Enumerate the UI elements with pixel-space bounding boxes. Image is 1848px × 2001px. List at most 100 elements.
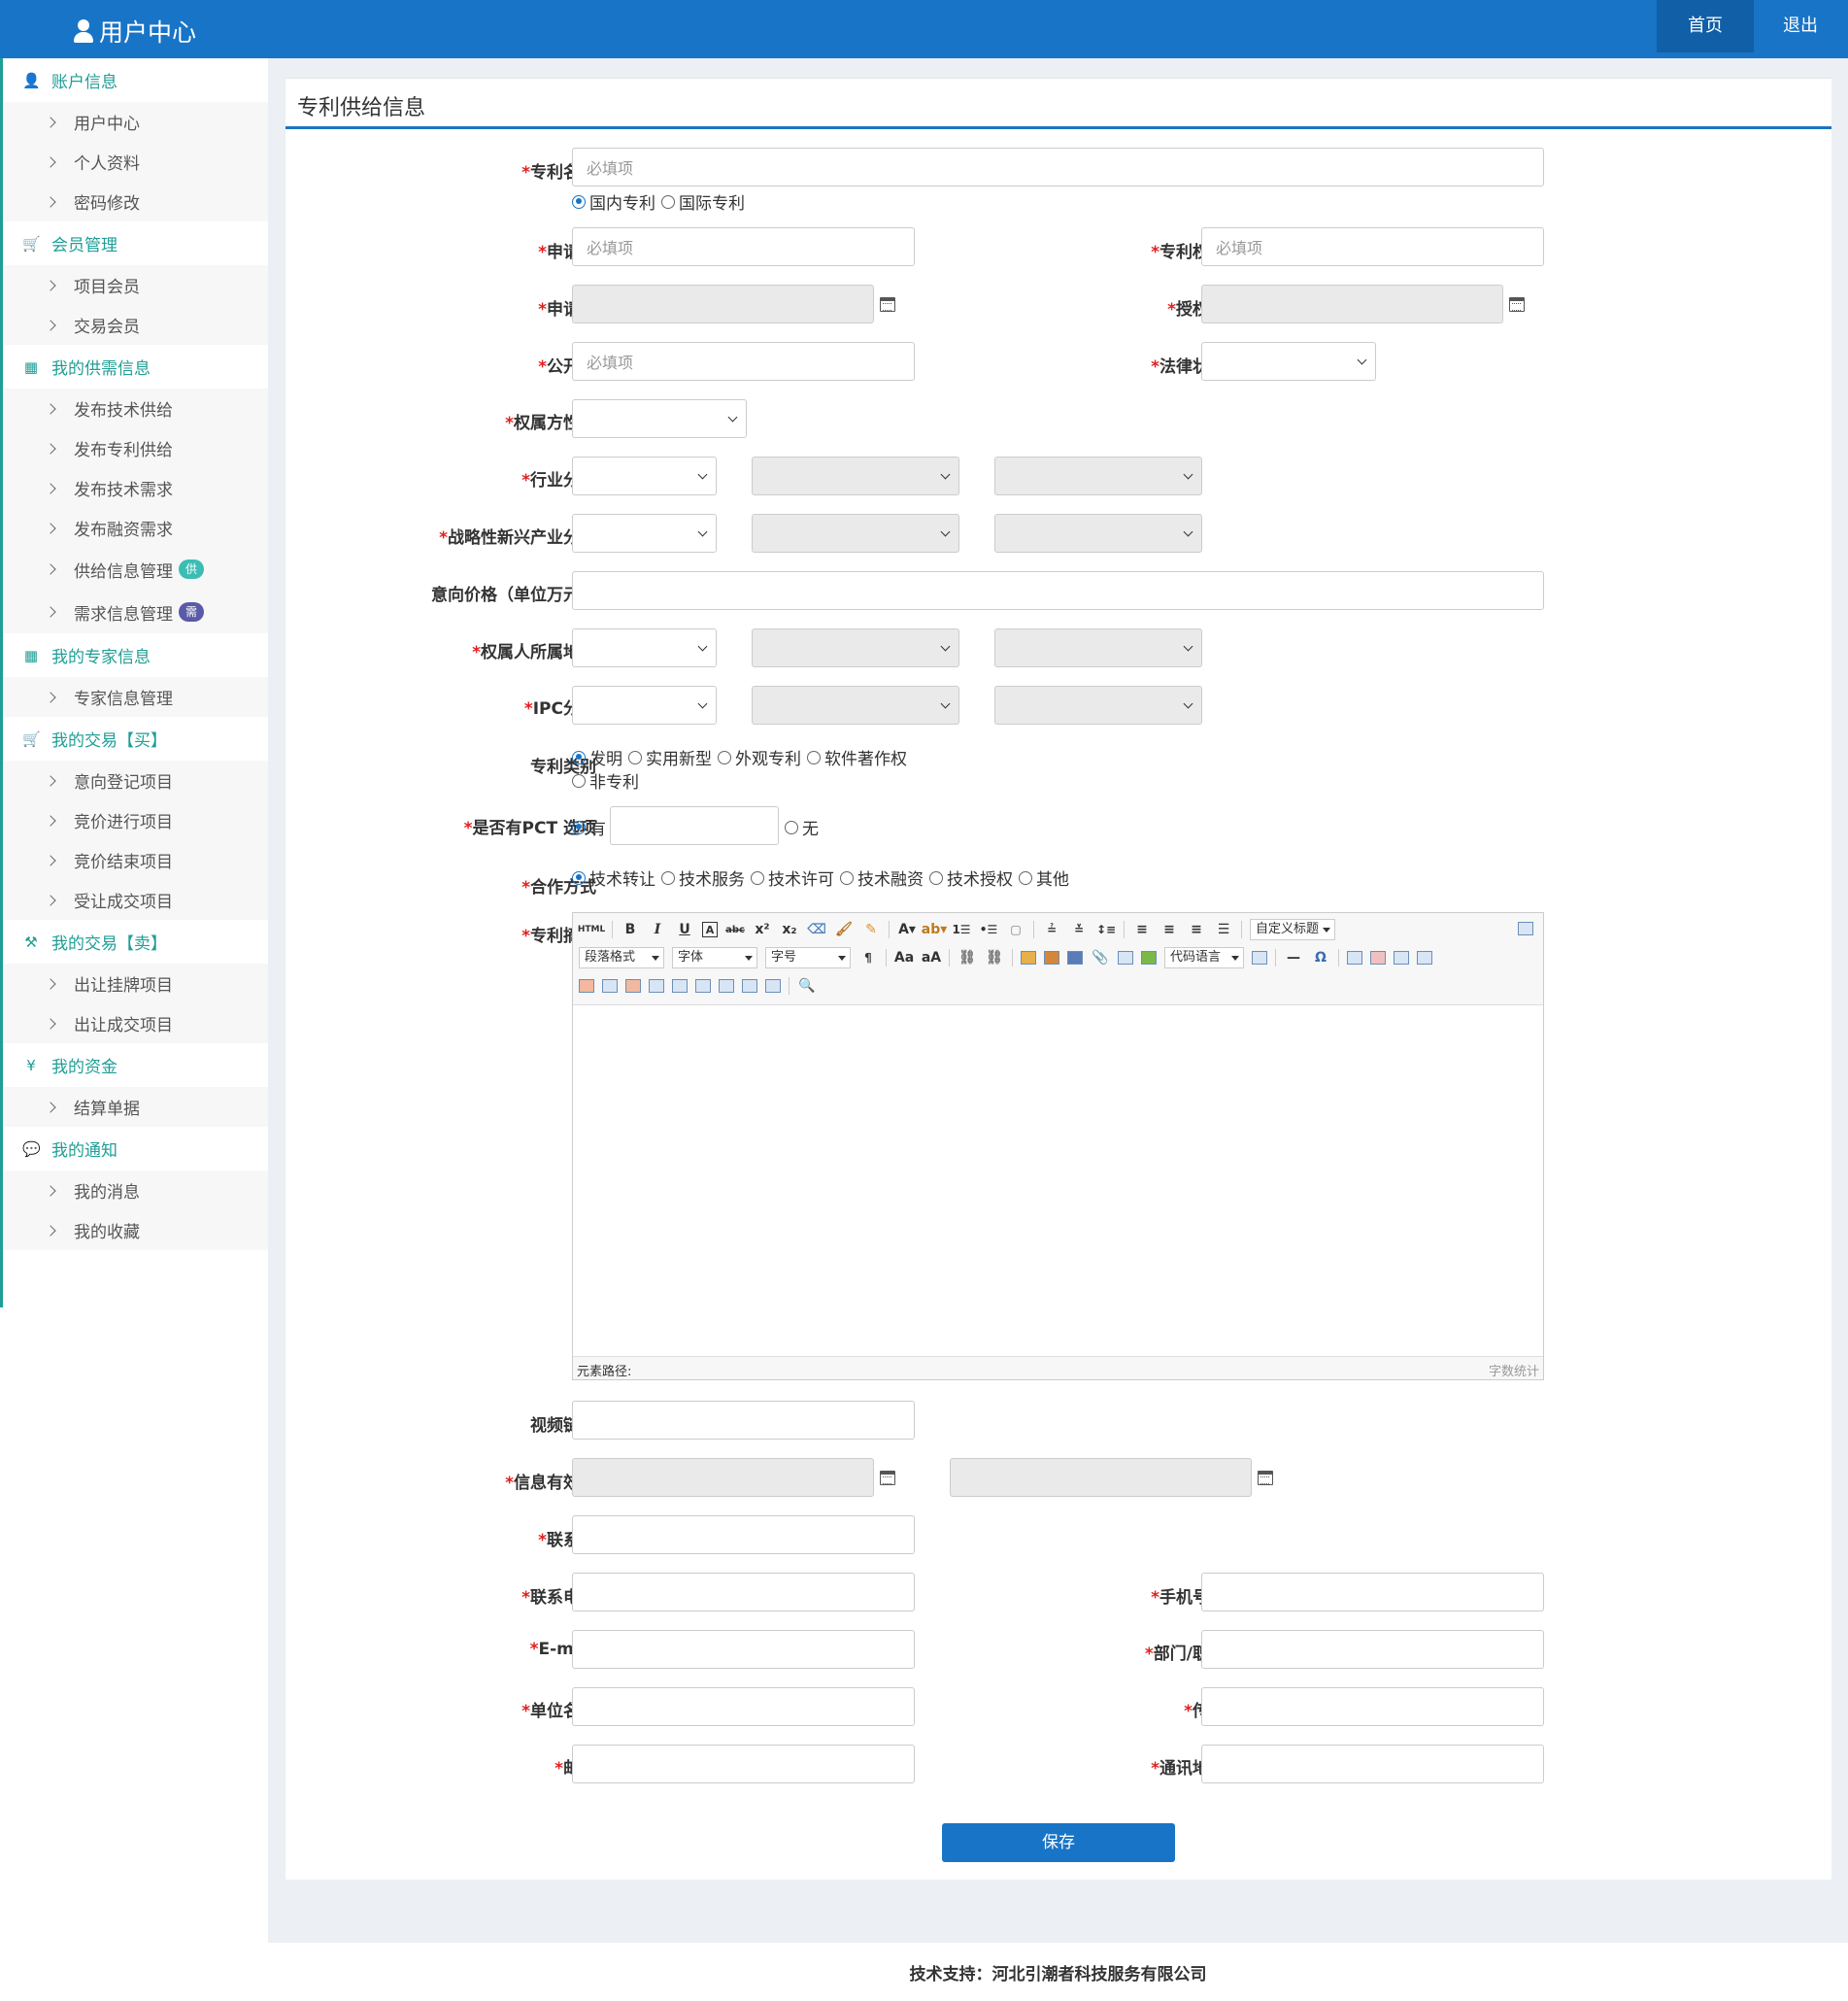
radio-other[interactable]: 其他	[1019, 865, 1069, 890]
email-input[interactable]	[572, 1630, 915, 1669]
template-icon[interactable]	[1252, 951, 1267, 965]
strikethrough-icon[interactable]: abc	[725, 920, 745, 939]
sidebar-item-supply-manage[interactable]: 供给信息管理供	[3, 548, 268, 591]
code-language-dropdown[interactable]: 代码语言	[1164, 947, 1244, 968]
strategic-select-2[interactable]	[752, 514, 959, 553]
sidebar-section-account[interactable]: 👤 账户信息	[3, 58, 268, 102]
font-family-dropdown[interactable]: 字体	[672, 947, 757, 968]
unordered-list-icon[interactable]: •☰	[979, 920, 998, 939]
pct-input[interactable]	[610, 806, 779, 845]
region-select-1[interactable]	[572, 628, 717, 667]
radio-invention[interactable]: 发明	[572, 745, 622, 769]
radio-finance[interactable]: 技术融资	[840, 865, 924, 890]
sidebar-section-trade-buy[interactable]: 🛒 我的交易【买】	[3, 717, 268, 761]
industry-select-1[interactable]	[572, 457, 717, 495]
brand[interactable]: 用户中心	[74, 14, 196, 49]
align-center-icon[interactable]: ≡	[1159, 920, 1179, 939]
editor-content-area[interactable]	[573, 1006, 1543, 1356]
font-size-dropdown[interactable]: 字号	[765, 947, 851, 968]
ipc-select-3[interactable]	[994, 686, 1202, 725]
split-cols-icon[interactable]	[765, 979, 781, 993]
mobile-input[interactable]	[1201, 1573, 1544, 1611]
bold-icon[interactable]: B	[621, 920, 640, 939]
radio-service[interactable]: 技术服务	[661, 865, 745, 890]
sidebar-item-transfer-in-done[interactable]: 受让成交项目	[3, 880, 268, 920]
merge-cells-icon[interactable]	[649, 979, 664, 993]
sidebar-item-favorites[interactable]: 我的收藏	[3, 1210, 268, 1250]
sidebar-item-messages[interactable]: 我的消息	[3, 1170, 268, 1210]
link-icon[interactable]: ⛓	[958, 948, 977, 967]
sidebar-section-expert[interactable]: ▦ 我的专家信息	[3, 633, 268, 677]
unlink-icon[interactable]: ⛓	[985, 948, 1004, 967]
special-char-icon[interactable]: Ω	[1311, 948, 1330, 967]
save-button[interactable]: 保存	[942, 1823, 1175, 1862]
align-right-icon[interactable]: ≡	[1187, 920, 1206, 939]
sidebar-item-password[interactable]: 密码修改	[3, 182, 268, 221]
sidebar-item-publish-tech-demand[interactable]: 发布技术需求	[3, 468, 268, 508]
contact-input[interactable]	[572, 1515, 915, 1554]
sidebar-item-demand-manage[interactable]: 需求信息管理需	[3, 591, 268, 633]
pct-radio-no[interactable]: 无	[785, 815, 819, 839]
patentee-input[interactable]: 必填项	[1201, 227, 1544, 266]
sidebar-item-publish-finance-demand[interactable]: 发布融资需求	[3, 508, 268, 548]
sidebar-section-notice[interactable]: 💬 我的通知	[3, 1127, 268, 1170]
sidebar-section-membership[interactable]: 🛒 会员管理	[3, 221, 268, 265]
sidebar-item-publish-tech-supply[interactable]: 发布技术供给	[3, 389, 268, 428]
direction-icon[interactable]: ¶	[858, 948, 878, 967]
sidebar-section-supply-demand[interactable]: ▦ 我的供需信息	[3, 345, 268, 389]
subscript-icon[interactable]: x₂	[780, 920, 799, 939]
sidebar-item-listing[interactable]: 出让挂牌项目	[3, 964, 268, 1003]
sidebar-item-transfer-out-done[interactable]: 出让成交项目	[3, 1003, 268, 1043]
address-input[interactable]	[1201, 1745, 1544, 1783]
split-cells-icon[interactable]	[719, 979, 734, 993]
paragraph-dropdown[interactable]: 段落格式	[579, 947, 664, 968]
attachment-icon[interactable]: 📎	[1091, 948, 1110, 967]
underline-icon[interactable]: U	[675, 920, 694, 939]
region-select-3[interactable]	[994, 628, 1202, 667]
sidebar-item-bidding-ended[interactable]: 竞价结束项目	[3, 840, 268, 880]
search-replace-icon[interactable]: 🔍	[797, 976, 817, 996]
validity-end-input[interactable]	[950, 1458, 1252, 1497]
ipc-select-1[interactable]	[572, 686, 717, 725]
insert-col-icon[interactable]	[602, 979, 618, 993]
ordered-list-icon[interactable]: 1☰	[952, 920, 971, 939]
radio-international[interactable]: 国际专利	[661, 189, 745, 214]
radio-domestic[interactable]: 国内专利	[572, 189, 655, 214]
dept-input[interactable]	[1201, 1630, 1544, 1669]
row-spacing-bottom-icon[interactable]: ≚	[1069, 920, 1089, 939]
price-input[interactable]	[572, 571, 1544, 610]
radio-non-patent[interactable]: 非专利	[572, 768, 639, 793]
radio-transfer[interactable]: 技术转让	[572, 865, 655, 890]
sidebar-item-trade-member[interactable]: 交易会员	[3, 305, 268, 345]
org-input[interactable]	[572, 1687, 915, 1726]
sidebar-item-project-member[interactable]: 项目会员	[3, 265, 268, 305]
app-no-input[interactable]: 必填项	[572, 227, 915, 266]
uppercase-icon[interactable]: Aa	[894, 948, 914, 967]
pct-radio-yes[interactable]: 有	[572, 815, 606, 839]
align-justify-icon[interactable]: ☰	[1214, 920, 1233, 939]
nav-logout[interactable]: 退出	[1754, 0, 1847, 52]
strategic-select-3[interactable]	[994, 514, 1202, 553]
eraser-icon[interactable]: ⌫	[807, 920, 826, 939]
sidebar-section-funds[interactable]: ¥ 我的资金	[3, 1043, 268, 1087]
delete-col-icon[interactable]	[625, 979, 641, 993]
industry-select-3[interactable]	[994, 457, 1202, 495]
calendar-icon[interactable]	[1258, 1471, 1273, 1485]
sidebar-section-trade-sell[interactable]: ⚒ 我的交易【卖】	[3, 920, 268, 964]
custom-title-dropdown[interactable]: 自定义标题	[1250, 919, 1336, 940]
calendar-icon[interactable]	[880, 297, 895, 312]
sidebar-item-profile[interactable]: 个人资料	[3, 142, 268, 182]
sidebar-item-user-center[interactable]: 用户中心	[3, 102, 268, 142]
italic-icon[interactable]: I	[648, 920, 667, 939]
insert-table-icon[interactable]	[1347, 951, 1362, 965]
delete-row-icon[interactable]	[579, 979, 594, 993]
ipc-select-2[interactable]	[752, 686, 959, 725]
patent-name-input[interactable]: 必填项	[572, 148, 1544, 187]
row-spacing-top-icon[interactable]: ≟	[1042, 920, 1061, 939]
background-icon[interactable]	[1141, 951, 1157, 965]
insert-paragraph-before-table-icon[interactable]	[1394, 951, 1409, 965]
clear-doc-icon[interactable]: ▢	[1006, 920, 1025, 939]
radio-authorize[interactable]: 技术授权	[929, 865, 1013, 890]
sidebar-item-publish-patent-supply[interactable]: 发布专利供给	[3, 428, 268, 468]
preview-icon[interactable]	[1518, 922, 1533, 935]
